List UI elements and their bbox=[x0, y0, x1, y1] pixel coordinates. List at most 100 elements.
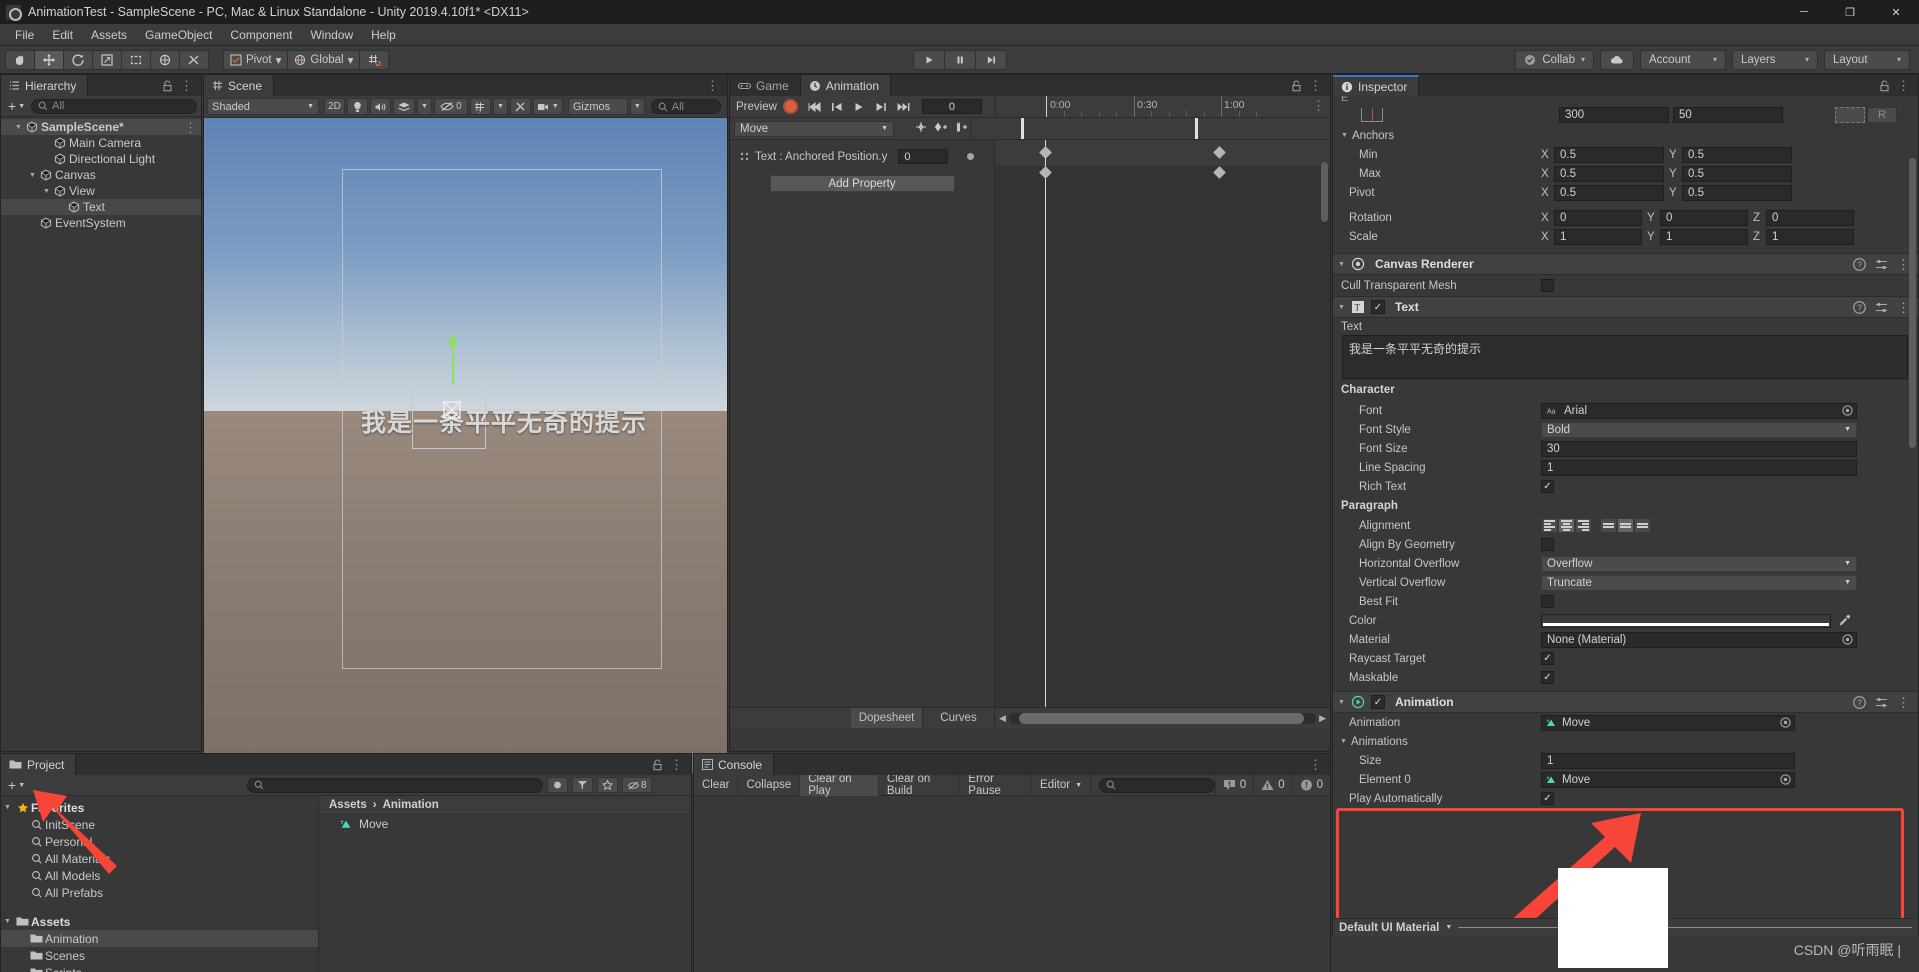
project-tree-item-all-materials[interactable]: All Materials bbox=[1, 850, 318, 867]
animations-element0-value[interactable]: Move bbox=[1562, 774, 1590, 786]
scene-context-menu-icon[interactable]: ⋮ bbox=[184, 121, 197, 134]
menu-window[interactable]: Window bbox=[301, 24, 362, 46]
hierarchy-item-view[interactable]: ▼ View bbox=[1, 183, 201, 199]
prev-keyframe-button[interactable] bbox=[826, 98, 848, 115]
first-frame-button[interactable] bbox=[804, 98, 826, 115]
play-automatically-checkbox[interactable]: ✓ bbox=[1541, 792, 1554, 805]
inspector-vertical-scrollbar[interactable] bbox=[1908, 118, 1917, 936]
scene-fx-toggle[interactable] bbox=[393, 98, 415, 115]
hierarchy-item-canvas[interactable]: ▼ Canvas bbox=[1, 167, 201, 183]
console-collapse-button[interactable]: Collapse bbox=[738, 774, 801, 796]
align-left-button[interactable] bbox=[1541, 518, 1558, 533]
object-picker-icon[interactable] bbox=[1842, 634, 1853, 645]
console-log-list[interactable] bbox=[694, 796, 1330, 972]
font-style-dropdown[interactable]: Bold ▼ bbox=[1541, 421, 1857, 438]
cloud-button[interactable] bbox=[1600, 49, 1634, 70]
object-picker-icon[interactable] bbox=[1780, 717, 1791, 728]
menu-assets[interactable]: Assets bbox=[82, 24, 136, 46]
maskable-checkbox[interactable]: ✓ bbox=[1541, 671, 1554, 684]
step-button[interactable] bbox=[974, 49, 1007, 70]
lock-icon[interactable] bbox=[162, 79, 173, 92]
pivot-x-input[interactable]: 0.5 bbox=[1554, 184, 1664, 201]
project-tree-item-all-models[interactable]: All Models bbox=[1, 867, 318, 884]
anchor-max-y-input[interactable]: 0.5 bbox=[1682, 165, 1792, 182]
align-right-button[interactable] bbox=[1575, 518, 1592, 533]
animation-property-value[interactable]: 0 bbox=[898, 149, 949, 164]
blueprint-mode-button[interactable] bbox=[1835, 107, 1865, 123]
rotate-tool-button[interactable] bbox=[63, 49, 93, 70]
tab-project[interactable]: Project bbox=[1, 754, 77, 775]
layout-button[interactable]: Layout ▾ bbox=[1824, 49, 1910, 70]
pivot-toggle-button[interactable]: Pivot ▾ bbox=[223, 49, 289, 70]
breadcrumb-current[interactable]: Animation bbox=[383, 799, 439, 811]
rotation-z-input[interactable]: 0 bbox=[1766, 209, 1854, 226]
raycast-target-checkbox[interactable]: ✓ bbox=[1541, 652, 1554, 665]
project-tree-item-scripts[interactable]: Scripts bbox=[1, 964, 318, 972]
scale-tool-button[interactable] bbox=[92, 49, 122, 70]
keyframe-toggle-dot[interactable] bbox=[967, 153, 975, 160]
add-property-button[interactable]: Add Property bbox=[769, 175, 955, 192]
animation-vertical-scrollbar[interactable] bbox=[1320, 162, 1329, 708]
vertical-overflow-dropdown[interactable]: Truncate ▼ bbox=[1541, 574, 1857, 591]
scene-lighting-toggle[interactable] bbox=[347, 98, 368, 115]
rotation-y-input[interactable]: 0 bbox=[1660, 209, 1748, 226]
record-button[interactable] bbox=[782, 99, 798, 114]
material-value[interactable]: None (Material) bbox=[1547, 634, 1626, 646]
rotation-x-input[interactable]: 0 bbox=[1554, 209, 1642, 226]
hierarchy-search-input[interactable]: All bbox=[31, 98, 197, 114]
drag-handle-icon[interactable] bbox=[740, 152, 750, 162]
tab-dopesheet[interactable]: Dopesheet bbox=[851, 708, 923, 728]
console-clear-on-play-button[interactable]: Clear on Play bbox=[800, 773, 879, 797]
anchor-min-y-input[interactable]: 0.5 bbox=[1682, 146, 1792, 163]
console-warning-counter[interactable]: 0 bbox=[1253, 774, 1291, 796]
timeline-menu-icon[interactable]: ⋮ bbox=[1312, 99, 1325, 112]
hierarchy-menu-icon[interactable]: ⋮ bbox=[180, 79, 193, 92]
scene-gizmos-caret[interactable]: ▼ bbox=[629, 98, 645, 115]
console-clear-on-build-button[interactable]: Clear on Build bbox=[879, 773, 961, 797]
lock-icon[interactable] bbox=[652, 758, 663, 771]
console-error-counter[interactable]: 0 bbox=[1291, 774, 1330, 796]
tab-console[interactable]: Console bbox=[694, 754, 775, 775]
font-value[interactable]: Arial bbox=[1564, 405, 1587, 417]
tab-inspector[interactable]: Inspector bbox=[1333, 75, 1420, 96]
pivot-handle-icon[interactable] bbox=[440, 398, 464, 422]
project-tree-item-animation[interactable]: Animation bbox=[1, 930, 318, 947]
animation-component-header[interactable]: ▼ ✓ Animation ? ⋮ bbox=[1333, 691, 1918, 713]
scene-menu-icon[interactable]: ⋮ bbox=[706, 79, 719, 92]
tab-scene[interactable]: Scene bbox=[204, 75, 275, 96]
scene-viewport[interactable]: 我是一条平平无奇的提示 bbox=[204, 118, 727, 773]
animation-component-enabled-checkbox[interactable]: ✓ bbox=[1370, 695, 1385, 709]
project-filter-type-button[interactable] bbox=[547, 777, 569, 793]
add-keyframe-filter-button[interactable] bbox=[914, 120, 928, 137]
project-search-input[interactable] bbox=[247, 777, 544, 793]
scene-gizmos-dropdown[interactable]: Gizmos bbox=[567, 98, 628, 115]
move-tool-button[interactable] bbox=[34, 49, 64, 70]
menu-edit[interactable]: Edit bbox=[43, 24, 82, 46]
animation-property-row[interactable]: Text : Anchored Position.y 0 bbox=[730, 147, 994, 166]
console-menu-icon[interactable]: ⋮ bbox=[1309, 758, 1322, 771]
project-asset-item[interactable]: Move bbox=[319, 815, 691, 833]
tab-hierarchy[interactable]: Hierarchy bbox=[1, 75, 89, 96]
project-menu-icon[interactable]: ⋮ bbox=[670, 758, 683, 771]
scene-grid-toggle[interactable]: y bbox=[469, 98, 491, 115]
account-button[interactable]: Account ▾ bbox=[1640, 49, 1726, 70]
console-clear-button[interactable]: Clear bbox=[694, 774, 739, 796]
menu-gameobject[interactable]: GameObject bbox=[136, 24, 221, 46]
last-frame-button[interactable] bbox=[892, 98, 914, 115]
align-center-button[interactable] bbox=[1558, 518, 1575, 533]
console-editor-dropdown[interactable]: Editor ▼ bbox=[1032, 774, 1092, 796]
project-favorite-button[interactable] bbox=[597, 777, 619, 793]
project-tree-item-assets[interactable]: ▼ Assets bbox=[1, 913, 318, 930]
transform-tool-button[interactable] bbox=[150, 49, 180, 70]
hierarchy-item-samplescene[interactable]: ▼ SampleScene* ⋮ bbox=[1, 119, 201, 135]
object-picker-icon[interactable] bbox=[1780, 774, 1791, 785]
current-frame-input[interactable]: 0 bbox=[921, 99, 982, 114]
align-by-geometry-checkbox[interactable] bbox=[1541, 538, 1554, 551]
scene-tools-button[interactable] bbox=[509, 98, 531, 115]
anchor-max-x-input[interactable]: 0.5 bbox=[1554, 165, 1664, 182]
play-button[interactable] bbox=[912, 49, 945, 70]
project-tree-item-favorites[interactable]: ▼ Favorites bbox=[1, 799, 318, 816]
scroll-left-icon[interactable]: ◀ bbox=[999, 713, 1006, 724]
project-tree-item-initscene[interactable]: InitScene bbox=[1, 816, 318, 833]
horizontal-overflow-dropdown[interactable]: Overflow ▼ bbox=[1541, 555, 1857, 572]
